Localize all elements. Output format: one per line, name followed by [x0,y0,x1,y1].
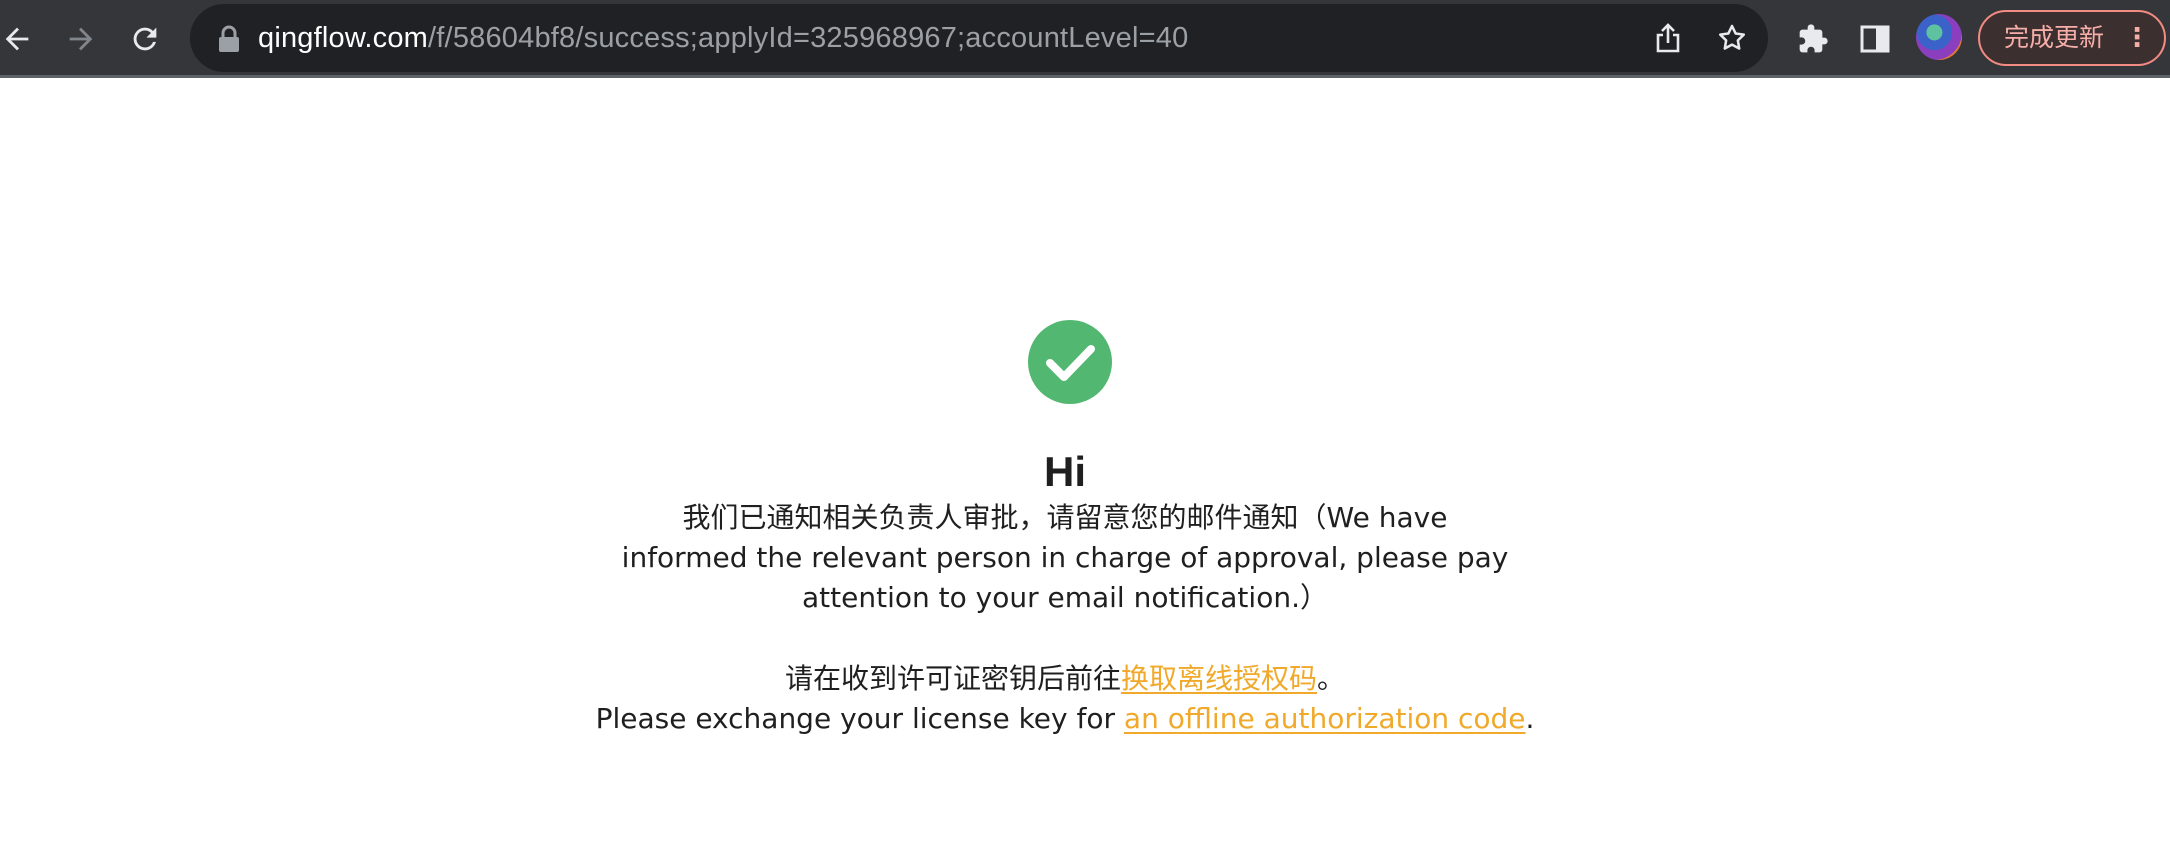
offline-code-link-cn[interactable]: 换取离线授权码 [1121,662,1317,695]
exchange-suffix-en: . [1525,702,1535,735]
update-button-label: 完成更新 [2004,23,2105,52]
update-button[interactable]: 完成更新 ⋮ [1978,10,2166,66]
exchange-instruction-en: Please exchange your license key for an … [0,699,2130,739]
share-icon[interactable] [1646,16,1690,60]
offline-code-link-en[interactable]: an offline authorization code [1124,702,1526,735]
exchange-instruction-cn: 请在收到许可证密钥后前往换取离线授权码。 [0,659,2130,699]
exchange-prefix-en: Please exchange your license key for [595,702,1124,735]
side-panel-icon[interactable] [1850,14,1900,64]
profile-avatar[interactable] [1916,14,1962,60]
address-bar[interactable]: qingflow.com/f/58604bf8/success;applyId=… [190,4,1768,72]
back-arrow-icon[interactable] [0,14,42,64]
page-heading: Hi [1044,448,1086,495]
url-host: qingflow.com [258,22,429,54]
forward-arrow-icon[interactable] [56,14,106,64]
reload-icon[interactable] [120,14,170,64]
url-path: /f/58604bf8/success;applyId=325968967;ac… [428,22,1189,54]
lock-icon[interactable] [216,24,242,54]
exchange-prefix-cn: 请在收到许可证密钥后前往 [784,662,1121,695]
approval-message: 我们已通知相关负责人审批，请留意您的邮件通知（We have informed … [621,501,1509,614]
extensions-icon[interactable] [1788,14,1838,64]
exchange-suffix-cn: 。 [1317,662,1346,695]
url-text[interactable]: qingflow.com/f/58604bf8/success;applyId=… [258,4,1188,72]
check-circle-icon [1028,320,1112,404]
star-icon[interactable] [1710,16,1754,60]
more-menu-icon[interactable]: ⋮ [2124,12,2150,64]
browser-toolbar: qingflow.com/f/58604bf8/success;applyId=… [0,0,2170,78]
